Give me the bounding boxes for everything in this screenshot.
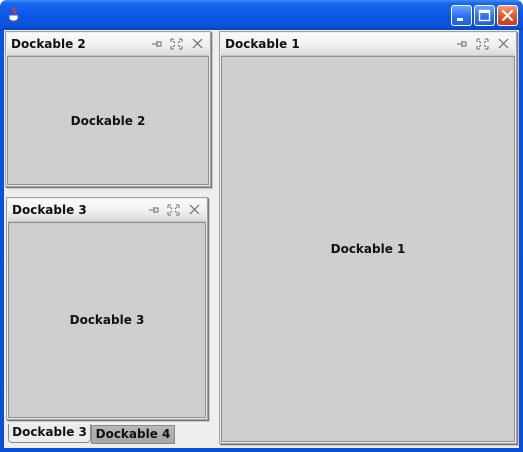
close-icon	[501, 9, 514, 22]
panel-content: Dockable 2	[7, 56, 209, 185]
maximize-icon	[478, 9, 491, 22]
client-area: Dockable 2 Dockable 2 Dockable 3 Dockabl…	[4, 30, 519, 448]
panel-dockable-3: Dockable 3 Dockable 3	[6, 197, 208, 420]
minimize-panel-icon[interactable]	[150, 38, 163, 50]
tab-dockable-3[interactable]: Dockable 3	[8, 424, 91, 443]
close-panel-icon[interactable]	[191, 38, 204, 50]
minimize-panel-icon[interactable]	[455, 38, 468, 50]
panel-content: Dockable 3	[8, 222, 206, 418]
panel-content-label: Dockable 1	[330, 242, 406, 256]
maximize-panel-icon[interactable]	[476, 38, 489, 50]
java-cup-icon[interactable]	[6, 6, 22, 23]
minimize-icon	[457, 18, 463, 21]
title-bar[interactable]	[0, 0, 523, 30]
panel-dockable-2: Dockable 2 Dockable 2	[5, 31, 211, 187]
close-panel-icon[interactable]	[497, 38, 510, 50]
close-panel-icon[interactable]	[188, 204, 201, 216]
panel-content: Dockable 1	[221, 56, 515, 442]
maximize-panel-icon[interactable]	[170, 38, 183, 50]
minimize-panel-icon[interactable]	[147, 204, 160, 216]
panel-title: Dockable 2	[11, 37, 86, 51]
panel-dockable-1: Dockable 1 Dockable 1	[219, 31, 517, 444]
close-button[interactable]	[497, 5, 518, 26]
maximize-button[interactable]	[474, 5, 495, 26]
application-window: Dockable 2 Dockable 2 Dockable 3 Dockabl…	[0, 0, 523, 452]
panel-content-label: Dockable 3	[69, 313, 145, 327]
panel-header[interactable]: Dockable 1	[221, 33, 515, 56]
panel-header[interactable]: Dockable 3	[8, 199, 206, 222]
panel-title: Dockable 3	[12, 203, 87, 217]
panel-title: Dockable 1	[225, 37, 300, 51]
maximize-panel-icon[interactable]	[167, 204, 180, 216]
panel-content-label: Dockable 2	[70, 113, 146, 128]
tab-dockable-4[interactable]: Dockable 4	[91, 425, 175, 444]
minimize-button[interactable]	[451, 5, 472, 26]
panel-header[interactable]: Dockable 2	[7, 33, 209, 56]
